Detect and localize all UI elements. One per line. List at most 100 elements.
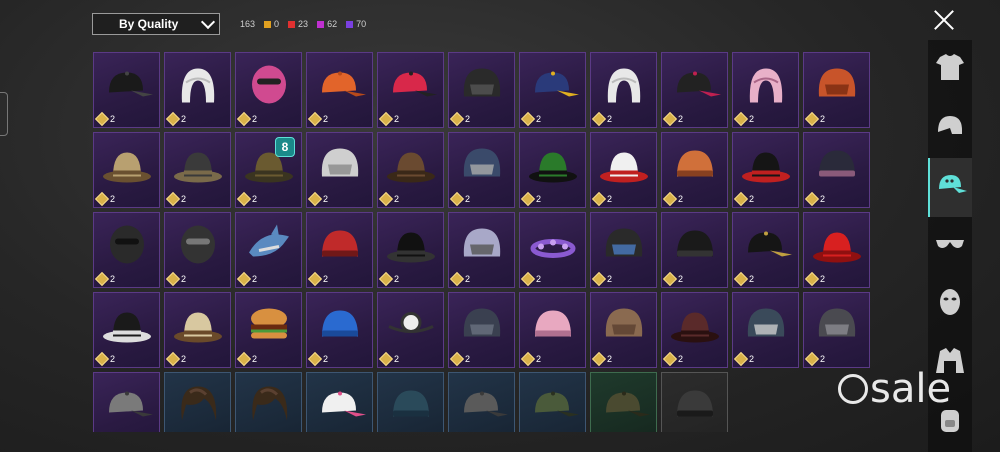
inventory-item[interactable]: 1 [590,372,657,432]
inventory-item[interactable]: 2 [93,372,160,432]
inventory-item[interactable]: 2 [448,212,515,288]
quantity-value: 2 [607,354,613,364]
cap-camo-icon [527,383,579,432]
diamond-icon [662,351,678,367]
item-quantity: 2 [662,271,683,287]
hood-white-icon [172,63,224,112]
item-quantity: 2 [662,191,683,207]
inventory-item[interactable]: 2 [164,212,231,288]
inventory-item[interactable]: 1 [235,372,302,432]
inventory-item[interactable]: 2 [306,292,373,368]
sidebar-tab-cap[interactable] [928,157,972,217]
inventory-item[interactable]: 2 [732,132,799,208]
item-quantity: 2 [378,351,399,367]
inventory-item[interactable]: 1 [519,372,586,432]
inventory-item[interactable]: 2 [306,52,373,128]
item-quantity: 2 [236,271,257,287]
beanie-blue-icon [314,303,366,352]
quantity-value: 2 [323,354,329,364]
inventory-item[interactable]: 2 [448,132,515,208]
level-badge: 8 [275,137,295,157]
football-helmet-icon [740,303,792,352]
inventory-item[interactable]: 2 [519,132,586,208]
inventory-item[interactable]: 1 [448,372,515,432]
inventory-item[interactable]: 2 [448,52,515,128]
inventory-item[interactable]: 2 [590,212,657,288]
inventory-item[interactable]: 2 [661,52,728,128]
item-quantity: 2 [165,191,186,207]
inventory-item[interactable]: 2 [661,212,728,288]
inventory-item[interactable]: 2 [590,52,657,128]
sidebar-tab-shirt[interactable] [928,40,972,99]
quantity-value: 2 [110,194,116,204]
item-quantity: 2 [165,271,186,287]
red-swatch [288,20,296,28]
inventory-item[interactable]: 2 [235,212,302,288]
inventory-item[interactable]: 2 [803,132,870,208]
inventory-item[interactable]: 2 [93,132,160,208]
quantity-value: 2 [181,354,187,364]
inventory-item[interactable]: 2 [661,132,728,208]
inventory-item[interactable]: 2 [590,292,657,368]
sidebar-tab-glasses[interactable] [928,217,972,276]
item-quantity: 2 [804,111,825,127]
inventory-item[interactable]: 2 [93,212,160,288]
inventory-item[interactable]: 2 [732,212,799,288]
inventory-item[interactable]: 2 [803,292,870,368]
inventory-item[interactable]: 2 [164,132,231,208]
cap-red-icon [385,63,437,112]
inventory-item[interactable]: 2 [448,292,515,368]
gold-count: 0 [274,19,280,29]
inventory-item[interactable]: 2 [732,52,799,128]
inventory-panel: 2222222222222822222222222222222222222222… [93,52,883,432]
item-quantity: 2 [662,351,683,367]
gold-swatch [264,20,272,28]
headlamp-icon [385,303,437,352]
diamond-icon [378,351,394,367]
item-quantity: 2 [591,351,613,367]
inventory-item[interactable]: 2 [590,132,657,208]
diamond-icon [449,111,465,127]
inventory-item[interactable]: 2 [93,52,160,128]
item-quantity: 2 [662,111,683,127]
inventory-item[interactable]: 1 [377,372,444,432]
inventory-item[interactable]: 82 [235,132,302,208]
diamond-icon [378,271,394,287]
quantity-value: 2 [465,114,471,124]
item-quantity: 2 [165,351,187,367]
inventory-item[interactable]: 2 [803,212,870,288]
inventory-item[interactable]: 2 [235,52,302,128]
inventory-item[interactable]: 2 [732,292,799,368]
close-icon[interactable] [930,6,958,34]
quantity-value: 2 [110,114,116,124]
inventory-item[interactable]: 2 [164,52,231,128]
watermark-text: sale [870,366,952,412]
inventory-item[interactable]: 2 [235,292,302,368]
inventory-item[interactable]: 2 [803,52,870,128]
inventory-item[interactable]: 2 [377,212,444,288]
inventory-item[interactable]: 2 [93,292,160,368]
item-quantity: 2 [307,111,328,127]
inventory-item[interactable]: 1 [306,372,373,432]
inventory-item[interactable]: 2 [519,292,586,368]
quality-filter-dropdown[interactable]: By Quality [92,13,220,35]
left-panel-tab[interactable] [0,92,8,136]
item-quantity: 2 [236,111,257,127]
inventory-item[interactable]: 2 [377,292,444,368]
inventory-item[interactable]: 2 [377,52,444,128]
inventory-item[interactable]: 1 [164,372,231,432]
cap-black2-icon [740,223,792,272]
pink-swatch [317,20,325,28]
inventory-item[interactable]: 2 [377,132,444,208]
item-quantity: 2 [591,111,612,127]
inventory-item[interactable]: 2 [306,212,373,288]
sidebar-tab-helmet[interactable] [928,99,972,158]
fedora-brown-icon [385,143,437,192]
inventory-item[interactable]: 2 [519,212,586,288]
sidebar-tab-mask[interactable] [928,275,972,334]
inventory-item[interactable]: 2 [661,292,728,368]
inventory-item[interactable]: 1 [661,372,728,432]
inventory-item[interactable]: 2 [306,132,373,208]
inventory-item[interactable]: 2 [519,52,586,128]
inventory-item[interactable]: 2 [164,292,231,368]
